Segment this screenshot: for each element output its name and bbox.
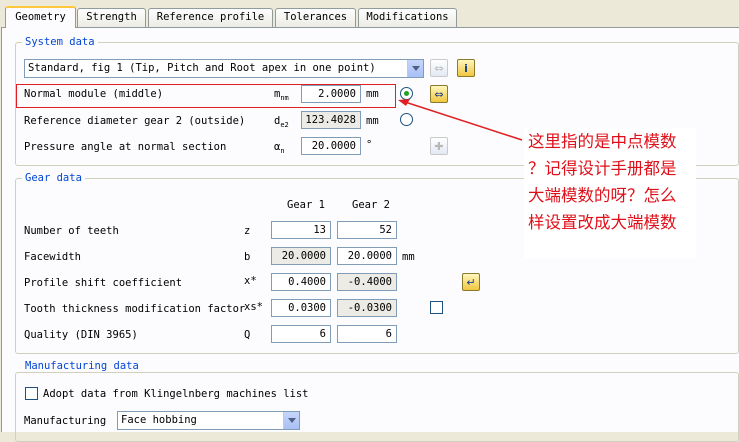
annotation-note: 这里指的是中点模数 ？记得设计手册都是 大端模数的呀？怎么 样设置改成大端模数 bbox=[524, 128, 696, 258]
tab-geometry[interactable]: Geometry bbox=[5, 6, 76, 28]
